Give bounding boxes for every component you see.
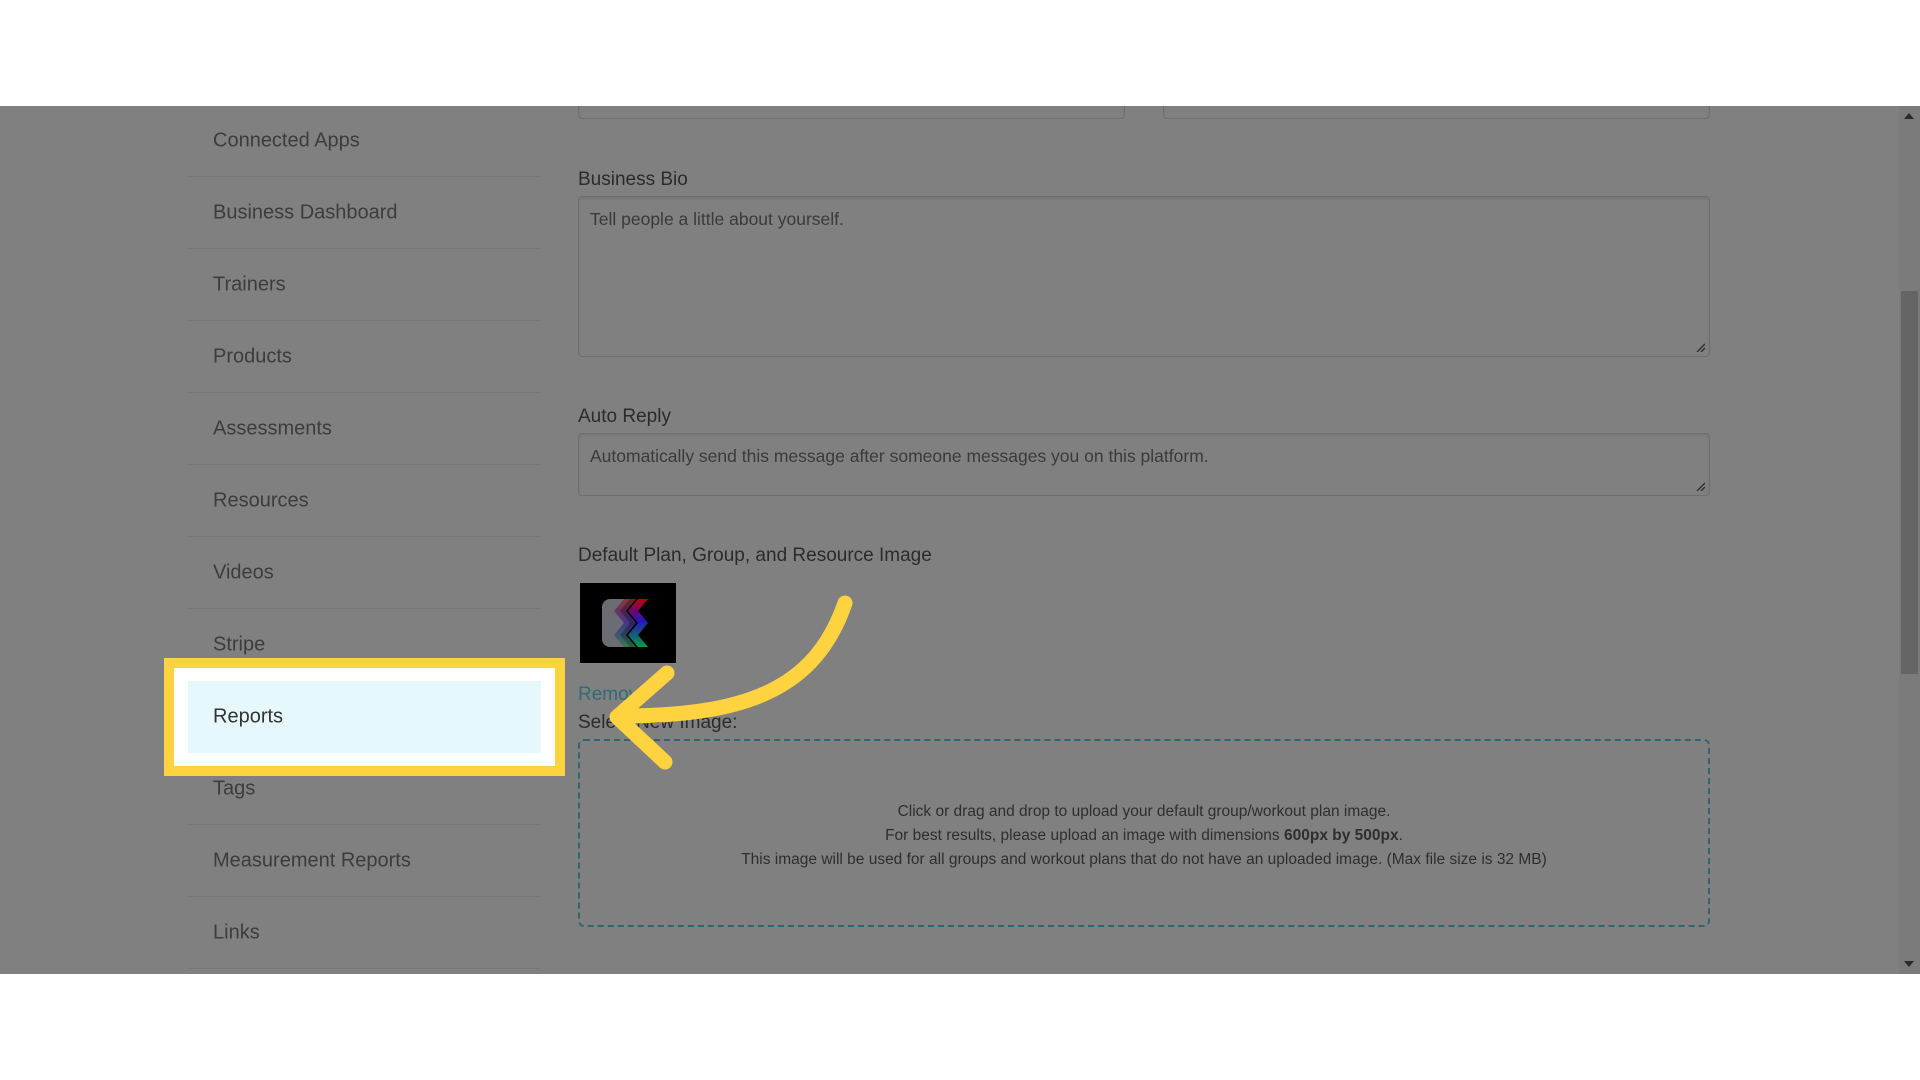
sidebar-item-resources[interactable]: Resources	[188, 466, 541, 537]
sidebar-item-trainers[interactable]: Trainers	[188, 250, 541, 321]
resize-grip-icon[interactable]	[1695, 342, 1705, 352]
auto-reply-placeholder: Automatically send this message after so…	[590, 446, 1209, 466]
sidebar-item-label: Assessments	[213, 417, 332, 440]
annotation-highlight-box: Reports	[164, 658, 565, 776]
sidebar-item-links[interactable]: Links	[188, 898, 541, 969]
sidebar-item-label: Reports	[213, 705, 284, 728]
sidebar-item-label: Business Dashboard	[213, 201, 398, 224]
dropzone-dimensions: For best results, please upload an image…	[580, 827, 1708, 845]
business-bio-placeholder: Tell people a little about yourself.	[590, 209, 844, 229]
sidebar-item-label: Tags	[213, 777, 256, 800]
sidebar-item-products[interactable]: Products	[188, 322, 541, 393]
sidebar-item-business-dashboard[interactable]: Business Dashboard	[188, 178, 541, 249]
auto-reply-label: Auto Reply	[578, 406, 671, 427]
sidebar-item-label: Videos	[213, 561, 274, 584]
sidebar-item-measurement-reports[interactable]: Measurement Reports	[188, 826, 541, 897]
sidebar-item-label: Links	[213, 921, 260, 944]
sidebar-item-label: Stripe	[213, 633, 266, 656]
sidebar-item-label: Products	[213, 345, 292, 368]
sidebar-item-videos[interactable]: Videos	[188, 538, 541, 609]
dropzone-usage-note: This image will be used for all groups a…	[741, 851, 1547, 868]
image-dropzone[interactable]: Click or drag and drop to upload your de…	[578, 739, 1710, 927]
scroll-up-arrow-icon[interactable]	[1904, 113, 1914, 119]
brand-logo-icon	[602, 599, 648, 647]
business-bio-label: Business Bio	[578, 169, 688, 190]
top-right-input[interactable]	[1163, 106, 1710, 119]
scrollbar-thumb[interactable]	[1901, 291, 1918, 674]
dropzone-dimensions-suffix: .	[1398, 827, 1403, 844]
auto-reply-textarea[interactable]: Automatically send this message after so…	[578, 433, 1710, 496]
sidebar-item-label: Connected Apps	[213, 129, 360, 152]
select-new-image-label: Select New Image:	[578, 712, 738, 733]
remove-image-link[interactable]: Remove	[578, 684, 649, 706]
resize-grip-icon[interactable]	[1695, 481, 1705, 491]
sidebar-item-reports[interactable]: Reports	[188, 681, 541, 753]
page-scrollbar[interactable]	[1899, 106, 1920, 974]
business-bio-textarea[interactable]: Tell people a little about yourself.	[578, 196, 1710, 357]
top-left-input[interactable]	[578, 106, 1125, 119]
sidebar-item-label: Trainers	[213, 273, 286, 296]
default-image-thumbnail	[580, 583, 676, 663]
scroll-down-arrow-icon[interactable]	[1904, 961, 1914, 967]
page-viewport: Connected Apps Business Dashboard Traine…	[0, 106, 1920, 974]
sidebar-item-label: Measurement Reports	[213, 849, 411, 872]
dropzone-dimensions-value: 600px by 500px	[1283, 827, 1399, 844]
sidebar-item-connected-apps[interactable]: Connected Apps	[188, 106, 541, 177]
dropzone-dimensions-prefix: For best results, please upload an image…	[885, 827, 1284, 844]
sidebar-item-assessments[interactable]: Assessments	[188, 394, 541, 465]
dropzone-instruction: Click or drag and drop to upload your de…	[897, 803, 1391, 820]
default-image-label: Default Plan, Group, and Resource Image	[578, 545, 932, 566]
sidebar-item-label: Resources	[213, 489, 309, 512]
